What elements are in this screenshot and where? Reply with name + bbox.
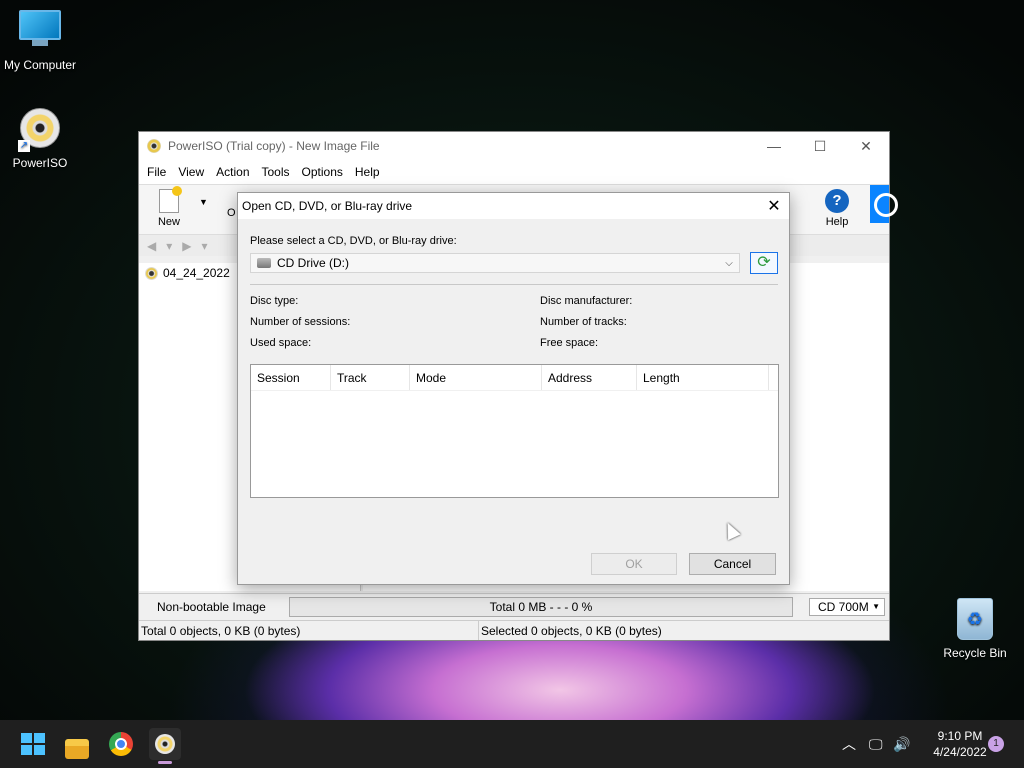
poweriso-app-icon <box>147 139 161 153</box>
drive-prompt: Please select a CD, DVD, or Blu-ray driv… <box>250 235 457 247</box>
capacity-progress: Total 0 MB - - - 0 % <box>289 596 793 617</box>
disc-image-icon <box>145 266 158 280</box>
desktop-icon-recycle-bin[interactable]: ♻ Recycle Bin <box>935 598 1015 660</box>
desktop-icon-poweriso[interactable]: ↗ PowerISO <box>0 108 80 170</box>
column-length[interactable]: Length <box>637 365 769 390</box>
tree-item-label: 04_24_2022 <box>163 266 230 280</box>
dialog-body: Please select a CD, DVD, or Blu-ray driv… <box>238 219 789 584</box>
forward-icon[interactable]: ▶ <box>182 239 191 253</box>
minimize-button[interactable]: — <box>751 132 797 160</box>
start-button[interactable] <box>16 728 48 760</box>
forward-dropdown-icon[interactable]: ▾ <box>202 239 208 253</box>
column-mode[interactable]: Mode <box>410 365 542 390</box>
window-title-bar: PowerISO (Trial copy) - New Image File —… <box>139 132 889 160</box>
close-button[interactable]: ✕ <box>843 132 889 160</box>
new-button[interactable]: New <box>153 186 185 228</box>
help-icon: ? <box>825 189 849 213</box>
menu-bar: File View Action Tools Options Help <box>139 160 889 184</box>
separator <box>250 284 778 285</box>
used-space-label: Used space: <box>250 337 312 349</box>
boot-status: Non-bootable Image <box>157 599 266 614</box>
help-button-label: Help <box>825 216 849 228</box>
computer-icon <box>18 10 62 54</box>
file-explorer-icon[interactable] <box>65 739 89 759</box>
free-space-label: Free space: <box>540 337 599 349</box>
media-size-select[interactable]: CD 700M <box>809 597 885 616</box>
disc-manufacturer-label: Disc manufacturer: <box>540 295 633 307</box>
chrome-icon[interactable] <box>109 732 133 756</box>
new-dropdown-arrow-icon[interactable]: ▼ <box>199 197 208 207</box>
taskbar: ︿ 🖵 🔊 9:10 PM 4/24/2022 <box>0 720 1024 768</box>
drive-select-value: CD Drive (D:) <box>277 256 349 270</box>
menu-view[interactable]: View <box>172 165 210 179</box>
desktop-icon-label: PowerISO <box>12 156 68 170</box>
track-list[interactable]: Session Track Mode Address Length <box>250 364 779 498</box>
back-dropdown-icon[interactable]: ▾ <box>166 239 172 253</box>
window-title: PowerISO (Trial copy) - New Image File <box>168 139 380 153</box>
help-button[interactable]: ? Help <box>821 189 853 228</box>
optical-drive-icon <box>257 258 271 268</box>
cancel-button[interactable]: Cancel <box>689 553 776 575</box>
column-track[interactable]: Track <box>331 365 410 390</box>
refresh-button[interactable]: ⟳ <box>750 252 778 274</box>
disc-type-label: Disc type: <box>250 295 299 307</box>
menu-tools[interactable]: Tools <box>256 165 296 179</box>
chevron-down-icon: ⌵ <box>725 257 733 269</box>
selected-objects-status: Selected 0 objects, 0 KB (0 bytes) <box>478 621 889 640</box>
back-icon[interactable]: ◀ <box>147 239 156 253</box>
open-button[interactable]: O <box>227 207 236 219</box>
notification-badge[interactable]: 1 <box>988 736 1004 752</box>
menu-action[interactable]: Action <box>210 165 255 179</box>
sessions-label: Number of sessions: <box>250 316 351 328</box>
network-icon[interactable]: 🖵 <box>869 720 883 768</box>
new-button-label: New <box>157 216 180 228</box>
image-status-bar: Non-bootable Image Total 0 MB - - - 0 % … <box>139 593 889 619</box>
menu-help[interactable]: Help <box>349 165 386 179</box>
desktop-icon-my-computer[interactable]: My Computer <box>0 10 80 72</box>
desktop-icon-label: My Computer <box>3 58 77 72</box>
poweriso-taskbar-icon[interactable] <box>149 728 181 764</box>
recycle-bin-icon: ♻ <box>953 598 997 642</box>
column-session[interactable]: Session <box>251 365 331 390</box>
shortcut-arrow-icon: ↗ <box>18 140 30 152</box>
dialog-title-bar: Open CD, DVD, or Blu-ray drive ✕ <box>238 193 789 219</box>
tracks-label: Number of tracks: <box>540 316 627 328</box>
menu-options[interactable]: Options <box>296 165 349 179</box>
upgrade-icon[interactable] <box>870 185 898 223</box>
show-hidden-icons-icon[interactable]: ︿ <box>842 720 856 768</box>
open-button-label: O <box>227 207 236 219</box>
menu-file[interactable]: File <box>141 165 172 179</box>
open-drive-dialog: Open CD, DVD, or Blu-ray drive ✕ Please … <box>237 192 790 585</box>
track-list-header: Session Track Mode Address Length <box>251 365 778 391</box>
disc-icon: ↗ <box>18 108 62 152</box>
volume-icon[interactable]: 🔊 <box>893 720 910 768</box>
ok-button[interactable]: OK <box>591 553 677 575</box>
refresh-icon: ⟳ <box>757 254 771 271</box>
drive-select[interactable]: CD Drive (D:) ⌵ <box>250 253 740 273</box>
dialog-title: Open CD, DVD, or Blu-ray drive <box>242 199 413 213</box>
column-address[interactable]: Address <box>542 365 637 390</box>
dialog-close-button[interactable]: ✕ <box>759 196 789 216</box>
total-objects-status: Total 0 objects, 0 KB (0 bytes) <box>141 624 301 638</box>
maximize-button[interactable]: ☐ <box>797 132 843 160</box>
object-status-bar: Total 0 objects, 0 KB (0 bytes) Selected… <box>139 620 889 640</box>
desktop-icon-label: Recycle Bin <box>943 646 1007 660</box>
new-file-icon <box>159 186 182 213</box>
